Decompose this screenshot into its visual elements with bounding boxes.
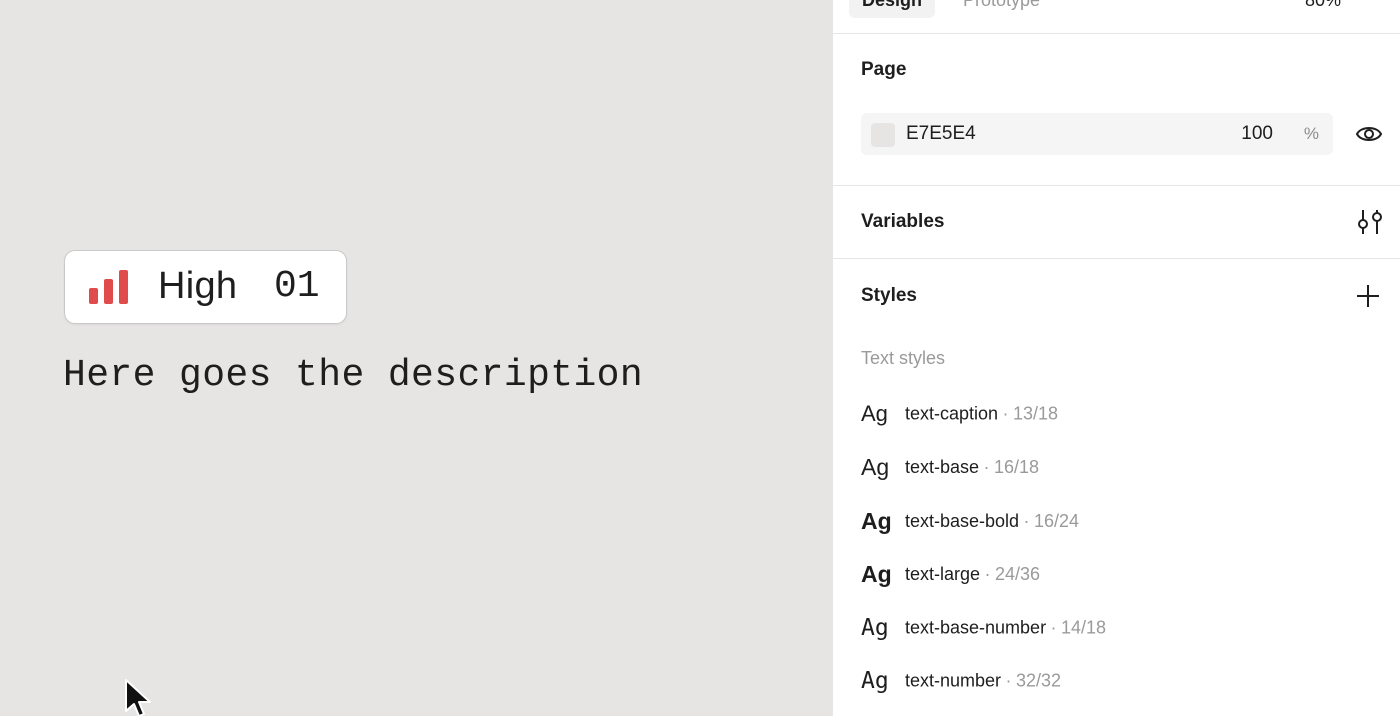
separator: ·	[984, 564, 991, 584]
style-metric: 32/32	[1015, 670, 1061, 691]
page-opacity-value[interactable]: 100	[1241, 123, 1273, 145]
style-metric: 13/18	[1012, 403, 1059, 424]
style-preview: Ag	[861, 401, 888, 426]
text-style-item[interactable]: Ag text-base · 16/18	[861, 454, 1039, 488]
style-preview: Ag	[861, 615, 889, 641]
mouse-pointer-icon	[125, 679, 151, 716]
text-style-item[interactable]: Ag text-base-bold · 16/24	[861, 508, 1079, 542]
separator: ·	[1005, 670, 1012, 691]
separator: ·	[1050, 617, 1057, 638]
signal-bars-icon	[89, 270, 128, 304]
divider	[833, 185, 1400, 186]
styles-section-title: Styles	[861, 285, 917, 306]
text-style-item[interactable]: Ag text-large · 24/36	[861, 561, 1040, 595]
page-color-hex[interactable]: E7E5E4	[906, 123, 976, 145]
separator: ·	[983, 457, 990, 477]
text-style-item[interactable]: Ag text-base-number · 14/18	[861, 615, 1106, 649]
add-style-icon[interactable]	[1355, 283, 1381, 309]
text-style-item[interactable]: Ag text-caption · 13/18	[861, 401, 1058, 435]
style-metric: 16/18	[993, 457, 1039, 477]
style-name: text-number	[905, 670, 1002, 691]
eye-icon[interactable]	[1355, 121, 1383, 147]
style-name: text-caption	[905, 403, 999, 424]
divider	[833, 258, 1400, 259]
style-preview: Ag	[861, 454, 890, 480]
text-style-item[interactable]: Ag text-number · 32/32	[861, 668, 1061, 702]
design-canvas[interactable]: High 01 Here goes the description	[0, 0, 832, 716]
style-name: text-base-bold	[905, 511, 1020, 531]
style-metric: 14/18	[1060, 617, 1107, 638]
style-name: text-large	[905, 564, 981, 584]
style-metric: 24/36	[994, 564, 1040, 584]
style-metric: 16/24	[1033, 511, 1080, 531]
page-opacity-unit: %	[1303, 124, 1319, 143]
style-preview: Ag	[861, 668, 889, 694]
tab-prototype[interactable]: Prototype	[963, 0, 1040, 14]
separator: ·	[1023, 511, 1030, 531]
style-name: text-base-number	[905, 617, 1047, 638]
page-color-swatch[interactable]	[871, 123, 895, 147]
page-color-field[interactable]: E7E5E4 100 %	[861, 113, 1333, 155]
panel-tabs-bar: Design Prototype 80%	[833, 0, 1400, 34]
style-preview: Ag	[861, 508, 892, 534]
description-text[interactable]: Here goes the description	[63, 354, 643, 397]
badge-number: 01	[274, 265, 320, 308]
style-name: text-base	[905, 457, 980, 477]
text-styles-heading: Text styles	[861, 348, 946, 368]
separator: ·	[1002, 403, 1009, 424]
properties-panel: Design Prototype 80% Page E7E5E4 100 % V…	[832, 0, 1400, 716]
zoom-level[interactable]: 80%	[1305, 0, 1341, 14]
badge-label: High	[158, 265, 238, 307]
tab-design[interactable]: Design	[849, 0, 936, 18]
page-section-title: Page	[861, 59, 907, 80]
style-preview: Ag	[861, 561, 892, 587]
variables-section-title[interactable]: Variables	[861, 211, 944, 233]
priority-badge[interactable]: High 01	[64, 250, 347, 324]
adjust-sliders-icon[interactable]	[1357, 208, 1383, 236]
